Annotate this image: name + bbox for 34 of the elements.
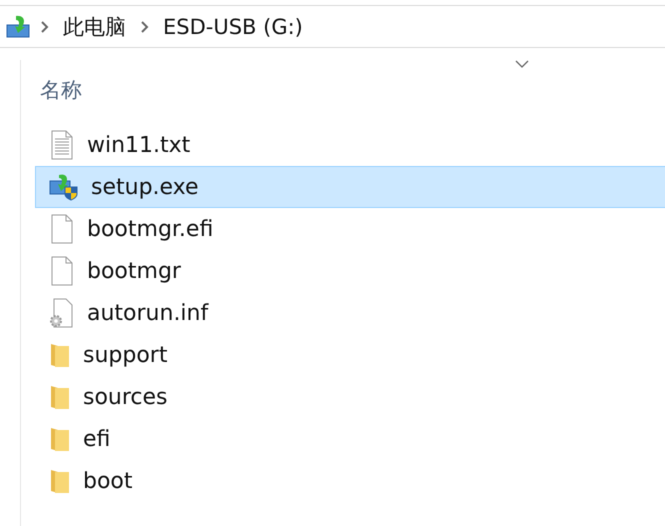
text-file-icon <box>49 130 75 160</box>
file-icon <box>49 214 75 244</box>
file-row[interactable]: support <box>35 334 665 376</box>
file-row[interactable]: bootmgr <box>35 250 665 292</box>
folder-icon <box>49 384 71 410</box>
chevron-right-icon <box>140 20 149 32</box>
column-header[interactable]: 名称 <box>40 76 82 104</box>
file-row[interactable]: boot <box>35 460 665 502</box>
chevron-right-icon <box>40 20 49 32</box>
file-name: bootmgr <box>87 258 181 284</box>
folder-icon <box>49 342 71 368</box>
file-row[interactable]: setup.exe <box>35 166 665 208</box>
file-row[interactable]: efi <box>35 418 665 460</box>
file-name: bootmgr.efi <box>87 216 214 242</box>
file-name: efi <box>83 426 110 452</box>
file-name: setup.exe <box>91 174 199 200</box>
setup-icon <box>49 173 79 201</box>
folder-icon <box>49 468 71 494</box>
file-row[interactable]: bootmgr.efi <box>35 208 665 250</box>
file-name: boot <box>83 468 133 494</box>
file-name: sources <box>83 384 168 410</box>
file-name: win11.txt <box>87 132 190 158</box>
breadcrumb[interactable]: ESD-USB (G:) <box>157 14 309 38</box>
file-row[interactable]: sources <box>35 376 665 418</box>
file-icon <box>49 256 75 286</box>
address-bar[interactable]: 此电脑 ESD-USB (G:) <box>0 5 665 48</box>
settings-file-icon <box>49 298 75 328</box>
folder-icon <box>49 426 71 452</box>
file-row[interactable]: win11.txt <box>35 124 665 166</box>
breadcrumb[interactable]: 此电脑 <box>57 12 132 40</box>
usb-drive-icon <box>6 14 32 38</box>
file-name: autorun.inf <box>87 300 208 326</box>
file-name: support <box>83 342 168 368</box>
file-row[interactable]: autorun.inf <box>35 292 665 334</box>
